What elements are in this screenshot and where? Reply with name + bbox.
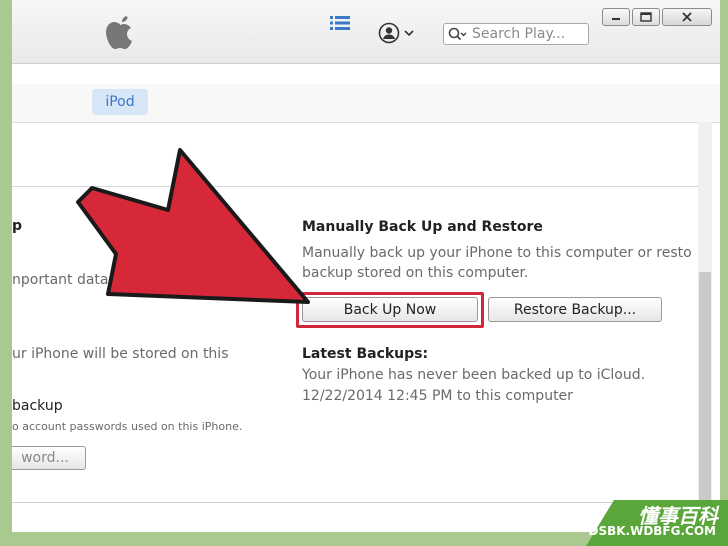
user-icon bbox=[378, 22, 400, 44]
close-icon bbox=[682, 12, 692, 22]
account-button[interactable] bbox=[378, 22, 414, 44]
encrypt-backup-label: backup bbox=[12, 398, 63, 414]
minimize-icon bbox=[612, 18, 620, 20]
chevron-down-icon bbox=[404, 30, 414, 37]
manual-backup-title: Manually Back Up and Restore bbox=[302, 219, 543, 235]
close-button[interactable] bbox=[662, 8, 712, 26]
manual-backup-desc-line2: backup stored on this computer. bbox=[302, 265, 529, 281]
window-controls bbox=[602, 8, 712, 26]
latest-backups-title: Latest Backups: bbox=[302, 346, 429, 362]
watermark-badge: 懂事百科 DSBK.WDBFG.COM bbox=[586, 500, 728, 546]
device-bar: iPod bbox=[12, 84, 720, 123]
manual-backup-desc-line1: Manually back up your iPhone to this com… bbox=[302, 245, 692, 261]
apple-logo-icon bbox=[104, 14, 136, 56]
watermark-url-text: DSBK.WDBFG.COM bbox=[588, 524, 716, 538]
search-icon bbox=[448, 27, 467, 41]
tab-ipod[interactable]: iPod bbox=[92, 89, 148, 115]
search-placeholder: Search Play... bbox=[472, 26, 566, 42]
stored-on-computer-text: ur iPhone will be stored on this bbox=[12, 346, 229, 362]
toolbar: Search Play... bbox=[12, 0, 720, 64]
scrollbar-thumb[interactable] bbox=[699, 272, 711, 502]
search-field[interactable]: Search Play... bbox=[443, 23, 589, 45]
maximize-button[interactable] bbox=[632, 8, 660, 26]
latest-backup-icloud: Your iPhone has never been backed up to … bbox=[302, 367, 646, 383]
latest-backup-computer: 12/22/2014 12:45 PM to this computer bbox=[302, 388, 573, 404]
change-password-button[interactable]: word... bbox=[12, 446, 86, 470]
account-passwords-text: o account passwords used on this iPhone. bbox=[12, 420, 243, 433]
list-view-icon[interactable] bbox=[330, 15, 350, 35]
backups-heading-fragment: p bbox=[12, 218, 23, 234]
maximize-icon bbox=[640, 12, 652, 22]
red-pointer-arrow-icon bbox=[76, 148, 310, 304]
vertical-scrollbar[interactable] bbox=[698, 122, 712, 502]
restore-backup-button[interactable]: Restore Backup... bbox=[488, 297, 662, 322]
minimize-button[interactable] bbox=[602, 8, 630, 26]
